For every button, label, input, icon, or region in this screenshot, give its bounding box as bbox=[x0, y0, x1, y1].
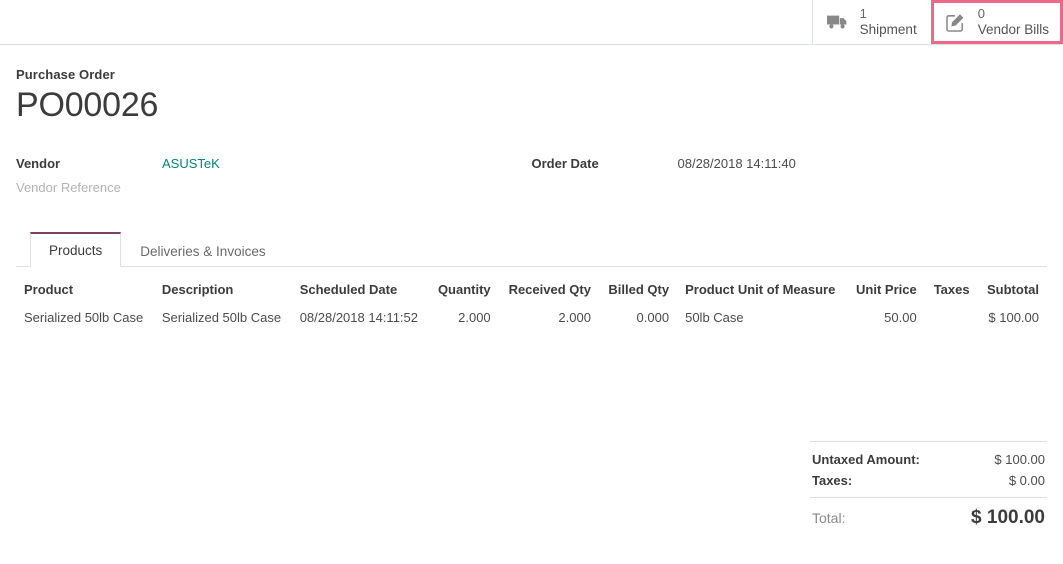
pencil-square-icon bbox=[943, 9, 969, 35]
col-subtotal[interactable]: Subtotal bbox=[978, 279, 1047, 306]
field-vendor: Vendor ASUSTeK bbox=[16, 156, 532, 171]
notebook-tabs: Products Deliveries & Invoices bbox=[16, 231, 1047, 268]
order-lines-body: Serialized 50lb Case Serialized 50lb Cas… bbox=[16, 306, 1047, 329]
totals-taxes-row: Taxes: $ 0.00 bbox=[810, 470, 1047, 491]
vendor-bills-count: 0 bbox=[977, 5, 985, 21]
col-received-qty[interactable]: Received Qty bbox=[499, 279, 599, 306]
field-vendor-reference-label: Vendor Reference bbox=[16, 180, 121, 196]
table-row[interactable]: Serialized 50lb Case Serialized 50lb Cas… bbox=[16, 306, 1047, 329]
field-vendor-value[interactable]: ASUSTeK bbox=[162, 156, 220, 171]
field-order-date-label: Order Date bbox=[531, 156, 599, 172]
totals-block: Untaxed Amount: $ 100.00 Taxes: $ 0.00 T… bbox=[810, 441, 1047, 532]
col-quantity[interactable]: Quantity bbox=[429, 279, 499, 306]
smart-button-vendor-bills-text: 0 Vendor Bills bbox=[977, 5, 1049, 37]
order-lines-table: Product Description Scheduled Date Quant… bbox=[16, 279, 1047, 329]
cell-uom: 50lb Case bbox=[685, 310, 744, 326]
cell-billed-qty: 0.000 bbox=[636, 310, 670, 326]
cell-description: Serialized 50lb Case bbox=[161, 310, 282, 326]
tab-products[interactable]: Products bbox=[30, 232, 122, 268]
smart-button-bar: 1 Shipment 0 Vendor Bills bbox=[0, 0, 1063, 45]
table-header-row: Product Description Scheduled Date Quant… bbox=[16, 279, 1047, 306]
page-title: PO00026 bbox=[16, 86, 159, 124]
smart-button-vendor-bills[interactable]: 0 Vendor Bills bbox=[930, 0, 1063, 44]
col-uom[interactable]: Product Unit of Measure bbox=[677, 279, 846, 306]
col-taxes[interactable]: Taxes bbox=[925, 279, 978, 306]
shipment-count: 1 bbox=[859, 5, 867, 21]
col-product[interactable]: Product bbox=[16, 279, 154, 306]
smart-button-shipment-text: 1 Shipment bbox=[859, 5, 917, 37]
field-groups: Vendor ASUSTeK Vendor Reference Order Da… bbox=[16, 156, 1047, 195]
notebook: Products Deliveries & Invoices Product D… bbox=[16, 231, 1047, 532]
order-lines-head: Product Description Scheduled Date Quant… bbox=[16, 279, 1047, 306]
tab-deliveries-invoices[interactable]: Deliveries & Invoices bbox=[121, 234, 284, 267]
shipment-label: Shipment bbox=[859, 21, 917, 37]
taxes-label: Taxes: bbox=[812, 473, 853, 489]
cell-product: Serialized 50lb Case bbox=[24, 310, 144, 326]
untaxed-amount-label: Untaxed Amount: bbox=[812, 452, 920, 468]
total-value: $ 100.00 bbox=[971, 507, 1045, 529]
truck-icon bbox=[825, 9, 851, 35]
smart-button-shipment[interactable]: 1 Shipment bbox=[811, 0, 931, 44]
totals-untaxed-row: Untaxed Amount: $ 100.00 bbox=[810, 449, 1047, 470]
col-billed-qty[interactable]: Billed Qty bbox=[599, 279, 677, 306]
untaxed-amount-value: $ 100.00 bbox=[994, 452, 1045, 468]
field-group-left: Vendor ASUSTeK Vendor Reference bbox=[16, 156, 532, 195]
total-label: Total: bbox=[812, 510, 846, 527]
cell-quantity: 2.000 bbox=[458, 310, 491, 326]
field-vendor-reference: Vendor Reference bbox=[16, 180, 532, 195]
field-group-right: Order Date 08/28/2018 14:11:40 bbox=[532, 156, 1048, 195]
col-scheduled-date[interactable]: Scheduled Date bbox=[292, 279, 429, 306]
cell-subtotal: $ 100.00 bbox=[988, 310, 1039, 326]
col-description[interactable]: Description bbox=[154, 279, 292, 306]
taxes-value: $ 0.00 bbox=[1008, 473, 1045, 489]
cell-received-qty: 2.000 bbox=[558, 310, 591, 326]
cell-unit-price: 50.00 bbox=[884, 310, 917, 326]
col-unit-price[interactable]: Unit Price bbox=[847, 279, 925, 306]
totals-container: Untaxed Amount: $ 100.00 Taxes: $ 0.00 T… bbox=[16, 441, 1047, 532]
field-order-date-value[interactable]: 08/28/2018 14:11:40 bbox=[678, 156, 796, 171]
form-sheet: Purchase Order PO00026 Vendor ASUSTeK Ve… bbox=[0, 45, 1063, 532]
field-vendor-label: Vendor bbox=[16, 156, 61, 172]
cell-taxes bbox=[925, 306, 978, 329]
totals-total-row: Total: $ 100.00 bbox=[810, 497, 1047, 532]
vendor-bills-label: Vendor Bills bbox=[977, 21, 1049, 37]
field-order-date: Order Date 08/28/2018 14:11:40 bbox=[532, 156, 1048, 171]
record-subtitle: Purchase Order bbox=[16, 67, 115, 82]
cell-scheduled-date: 08/28/2018 14:11:52 bbox=[299, 310, 419, 326]
